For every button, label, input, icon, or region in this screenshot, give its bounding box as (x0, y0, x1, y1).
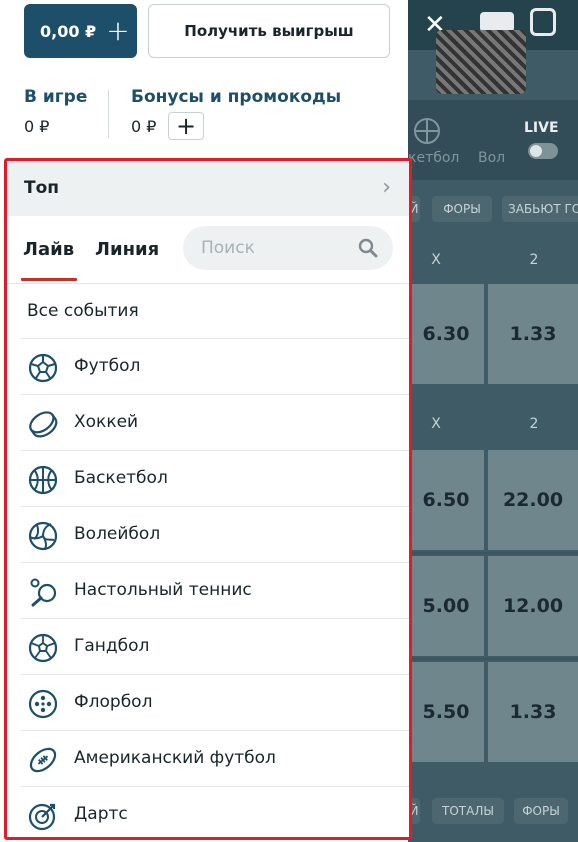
bg-filter-chip[interactable]: ТОТАЛЫ (432, 798, 504, 824)
in-game-label[interactable]: В игре (24, 87, 87, 107)
live-label: LIVE (524, 120, 559, 136)
bg-sport-label[interactable]: Вол (478, 150, 505, 166)
sport-item-table-tennis[interactable]: Настольный теннис (21, 562, 409, 618)
table-tennis-icon (30, 578, 57, 607)
ticket-icon[interactable] (480, 12, 514, 32)
bg-sport-label[interactable]: кетбол (408, 150, 459, 166)
sports-menu: Топ › Лайв Линия Поиск Все события Футбо… (4, 158, 412, 840)
sport-item-hockey[interactable]: Хоккей (21, 394, 409, 450)
balance-amount: 0,00 ₽ (40, 21, 97, 41)
side-menu-panel: 0,00 ₽ + Получить выигрыш В игре 0 ₽ Бон… (0, 0, 412, 842)
sport-item-darts[interactable]: Дартс (21, 786, 409, 837)
handball-icon (28, 633, 58, 663)
add-promo-button[interactable]: + (168, 112, 204, 140)
american-football-icon (29, 747, 57, 773)
all-events-link[interactable]: Все события (27, 301, 139, 321)
settings-toggle-icon[interactable] (530, 8, 556, 36)
chevron-right-icon: › (382, 175, 391, 200)
bonus-value: 0 ₽ (131, 117, 157, 136)
sport-item-label: Флорбол (74, 692, 153, 712)
sport-item-label: Волейбол (74, 524, 161, 544)
sport-item-label: Баскетбол (74, 468, 168, 488)
bg-filter-chip[interactable]: ФОРЫ (514, 798, 568, 824)
floorball-icon (28, 689, 58, 719)
bg-row-separator (408, 658, 578, 660)
sport-item-volleyball[interactable]: Волейбол (21, 506, 409, 562)
sport-item-label: Хоккей (74, 412, 139, 432)
bg-filter-chip[interactable]: ЗАБЬЮТ ГО (502, 196, 578, 222)
sport-item-american-football[interactable]: Американский футбол (21, 730, 409, 786)
withdraw-button[interactable]: Получить выигрыш (148, 4, 390, 58)
bg-odds-cell[interactable]: 5.00 (408, 556, 484, 656)
tabs-divider (7, 283, 409, 284)
bonuses-label[interactable]: Бонусы и промокоды (131, 87, 341, 107)
volleyball-icon (28, 521, 58, 551)
event-banner-image (436, 30, 526, 94)
top-section-row[interactable]: Топ › (7, 161, 409, 216)
search-placeholder: Поиск (201, 238, 255, 258)
balance-deposit-button[interactable]: 0,00 ₽ + (24, 4, 137, 58)
sport-item-label: Футбол (74, 356, 141, 376)
bg-filter-chip[interactable]: ФОРЫ (432, 196, 492, 222)
stats-divider (108, 90, 109, 138)
tab-line[interactable]: Линия (95, 239, 159, 260)
tab-live[interactable]: Лайв (23, 239, 74, 260)
bg-odds-cell[interactable]: 6.30 (408, 284, 484, 384)
sport-item-label: Дартс (74, 804, 128, 824)
plus-icon: + (106, 14, 130, 47)
bg-odds-cell[interactable]: 12.00 (488, 556, 578, 656)
in-game-value: 0 ₽ (24, 117, 50, 136)
soccer-ball-icon (28, 353, 58, 383)
bg-odds-cell[interactable]: 5.50 (408, 662, 484, 762)
bg-odds-cell[interactable]: 22.00 (488, 450, 578, 550)
sport-item-handball[interactable]: Гандбол (21, 618, 409, 674)
bg-odds-cell[interactable]: 6.50 (408, 450, 484, 550)
bg-odds-cell[interactable]: 1.33 (488, 284, 578, 384)
bg-odds-cell[interactable]: 1.33 (488, 662, 578, 762)
sport-item-label: Американский футбол (74, 748, 276, 768)
search-input[interactable]: Поиск (183, 226, 393, 270)
live-toggle[interactable] (528, 143, 558, 159)
sport-item-label: Гандбол (74, 636, 150, 656)
sport-item-floorball[interactable]: Флорбол (21, 674, 409, 730)
darts-icon (28, 803, 56, 831)
sport-item-basketball[interactable]: Баскетбол (21, 450, 409, 506)
bg-row-separator (408, 552, 578, 554)
sport-item-label: Настольный теннис (74, 580, 252, 600)
bg-col-2: 2 (529, 252, 539, 268)
basketball-icon (28, 465, 58, 495)
sport-item-football[interactable]: Футбол (21, 338, 409, 394)
bg-col-2: 2 (529, 416, 539, 432)
bg-basketball-icon (414, 118, 440, 144)
bg-sports-row (408, 100, 578, 180)
hockey-puck-icon (29, 411, 58, 438)
active-tab-indicator (21, 278, 77, 281)
top-label: Топ (24, 178, 60, 198)
search-icon (358, 238, 378, 258)
